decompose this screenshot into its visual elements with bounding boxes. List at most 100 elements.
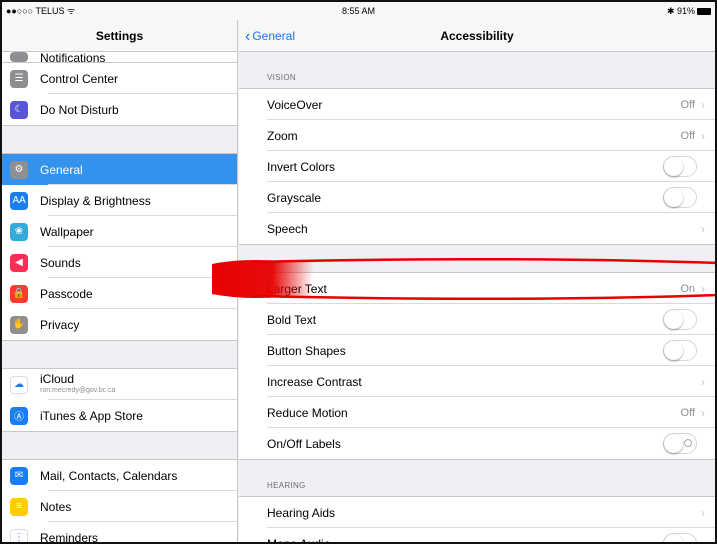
sidebar-item-mail-contacts-calendars[interactable]: ✉ Mail, Contacts, Calendars (2, 460, 237, 491)
row-label: Reduce Motion (267, 405, 348, 420)
sidebar-group: ☰ Control Center ☾ Do Not Disturb (2, 63, 237, 126)
sidebar-item-text: iCloud ron.mecredy@gov.bc.ca (40, 371, 116, 396)
chevron-right-icon: › (701, 221, 705, 236)
sidebar-item-passcode[interactable]: 🔒 Passcode (2, 278, 237, 309)
sidebar-item-wallpaper[interactable]: ❀ Wallpaper (2, 216, 237, 247)
sidebar-item-label: Display & Brightness (40, 193, 151, 208)
sidebar-item-label: Reminders (40, 530, 99, 544)
row-mono-audio[interactable]: Mono Audio (239, 528, 715, 544)
gear-icon: ⚙ (10, 160, 28, 179)
row-larger-text[interactable]: Larger Text On › (239, 273, 715, 304)
settings-group: Larger Text On › Bold Text Button Shapes Incr… (239, 272, 715, 460)
sidebar-clipped-group: Notifications (2, 52, 237, 63)
row-value: Off (680, 98, 695, 111)
sidebar-item-privacy[interactable]: ✋ Privacy (2, 309, 237, 340)
grayscale-toggle[interactable] (663, 187, 697, 208)
section-header-vision: VISION (267, 73, 296, 82)
row-label: Zoom (267, 128, 298, 143)
invert-colors-toggle[interactable] (663, 156, 697, 177)
control-center-icon: ☰ (10, 69, 28, 88)
ipad-screen: ●●○○○ TELUS ᯤ 8:55 AM ✱ 91% Settings Not… (0, 0, 717, 544)
sidebar-item-icloud[interactable]: ☁ iCloud ron.mecredy@gov.bc.ca (2, 369, 237, 400)
battery-status: ✱ 91% (667, 2, 711, 20)
row-voiceover[interactable]: VoiceOver Off › (239, 89, 715, 120)
settings-group: Hearing Aids › Mono Audio (239, 496, 715, 544)
sidebar-item-notes[interactable]: ≡ Notes (2, 491, 237, 522)
row-label: VoiceOver (267, 97, 323, 112)
sidebar-item-label: Passcode (40, 286, 93, 301)
sidebar-item-notifications[interactable]: Notifications (2, 52, 237, 62)
status-bar: ●●○○○ TELUS ᯤ 8:55 AM ✱ 91% (2, 2, 715, 20)
row-speech[interactable]: Speech › (239, 213, 715, 244)
app-store-icon: Ⓐ (10, 406, 28, 425)
sidebar-item-itunes-app-store[interactable]: ⒶiTunes & App Store (2, 400, 237, 431)
row-invert-colors[interactable]: Invert Colors (239, 151, 715, 182)
lock-icon: 🔒 (10, 284, 28, 303)
row-label: Invert Colors (267, 159, 336, 174)
on-off-labels-toggle[interactable] (663, 433, 697, 454)
row-label: Bold Text (267, 312, 317, 327)
row-zoom[interactable]: Zoom Off › (239, 120, 715, 151)
sidebar-item-sounds[interactable]: ◀ Sounds (2, 247, 237, 278)
toggle-knob (664, 310, 683, 329)
sidebar-item-label: iCloud (40, 371, 75, 386)
row-on-off-labels[interactable]: On/Off Labels (239, 428, 715, 459)
chevron-left-icon: ‹ (245, 28, 251, 45)
off-label-icon (684, 439, 692, 447)
settings-group: VoiceOver Off › Zoom Off › Invert Colors Graysc… (239, 88, 715, 245)
sidebar-item-label: Do Not Disturb (40, 102, 119, 117)
row-reduce-motion[interactable]: Reduce Motion Off › (239, 397, 715, 428)
row-label: On/Off Labels (267, 436, 341, 451)
mail-icon: ✉ (10, 466, 28, 485)
sidebar-item-control-center[interactable]: ☰ Control Center (2, 63, 237, 94)
speaker-icon: ◀ (10, 253, 28, 272)
detail-nav-bar: ‹ General Accessibility (239, 20, 715, 52)
sidebar-group: ⚙ General AA Display & Brightness ❀ Wallpaper… (2, 153, 237, 341)
account-email: ron.mecredy@gov.bc.ca (40, 386, 116, 394)
battery-icon (697, 8, 711, 16)
sidebar-item-label: Privacy (40, 317, 80, 332)
row-value: Off (680, 406, 695, 419)
row-grayscale[interactable]: Grayscale (239, 182, 715, 213)
sidebar-title: Settings (2, 20, 237, 52)
row-value: Off (680, 129, 695, 142)
sidebar-item-label: General (40, 162, 83, 177)
section-header-hearing: HEARING (267, 481, 306, 490)
sidebar-group: ☁ iCloud ron.mecredy@gov.bc.ca ⒶiTunes & Ap… (2, 368, 237, 432)
bold-text-toggle[interactable] (663, 309, 697, 330)
sidebar-item-do-not-disturb[interactable]: ☾ Do Not Disturb (2, 94, 237, 125)
wallpaper-icon: ❀ (10, 222, 28, 241)
sidebar-list: Notifications ☰ Control Center ☾ Do Not Dist… (2, 52, 237, 544)
row-label: Grayscale (267, 190, 322, 205)
chevron-right-icon: › (701, 405, 705, 420)
sidebar-item-display-brightness[interactable]: AA Display & Brightness (2, 185, 237, 216)
mono-audio-toggle[interactable] (663, 533, 697, 542)
row-increase-contrast[interactable]: Increase Contrast › (239, 366, 715, 397)
chevron-right-icon: › (701, 374, 705, 389)
row-button-shapes[interactable]: Button Shapes (239, 335, 715, 366)
sidebar-item-label: Control Center (40, 71, 119, 86)
back-button[interactable]: ‹ General (245, 20, 295, 53)
sidebar-item-reminders[interactable]: ⋮ Reminders (2, 522, 237, 544)
button-shapes-toggle[interactable] (663, 340, 697, 361)
row-label: Larger Text (267, 281, 327, 296)
display-brightness-icon: AA (10, 191, 28, 210)
chevron-right-icon: › (701, 97, 705, 112)
chevron-right-icon: › (701, 128, 705, 143)
row-label: Hearing Aids (267, 505, 336, 520)
status-time: 8:55 AM (341, 6, 376, 16)
row-hearing-aids[interactable]: Hearing Aids › (239, 497, 715, 528)
sidebar-item-label: Wallpaper (40, 224, 94, 239)
notifications-icon (10, 52, 28, 62)
chevron-right-icon: › (701, 281, 705, 296)
row-label: Mono Audio (267, 536, 331, 544)
toggle-knob (664, 341, 683, 360)
sidebar-item-general[interactable]: ⚙ General (2, 154, 237, 185)
row-bold-text[interactable]: Bold Text (239, 304, 715, 335)
sidebar-item-label: Mail, Contacts, Calendars (40, 468, 178, 483)
row-label: Increase Contrast (267, 374, 362, 389)
